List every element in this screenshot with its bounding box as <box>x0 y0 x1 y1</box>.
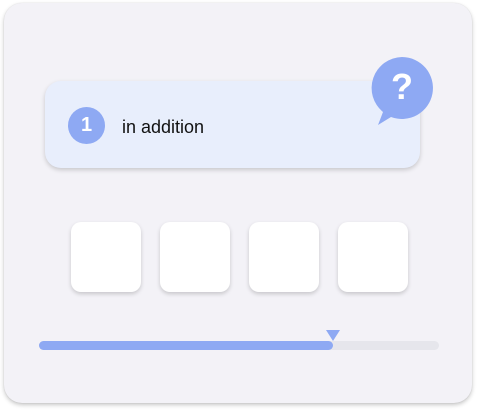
answer-slot-2[interactable] <box>160 222 230 292</box>
help-button[interactable]: ? <box>369 55 435 127</box>
progress-fill <box>39 341 333 350</box>
question-number-badge: 1 <box>68 107 105 144</box>
question-text: in addition <box>122 117 205 137</box>
progress-track <box>39 341 439 350</box>
answer-slot-3[interactable] <box>249 222 319 292</box>
question-bubble-icon: ? <box>371 57 433 125</box>
help-glyph: ? <box>391 66 413 107</box>
answer-slot-4[interactable] <box>338 222 408 292</box>
answer-slot-1[interactable] <box>71 222 141 292</box>
progress-marker-icon <box>326 330 340 341</box>
